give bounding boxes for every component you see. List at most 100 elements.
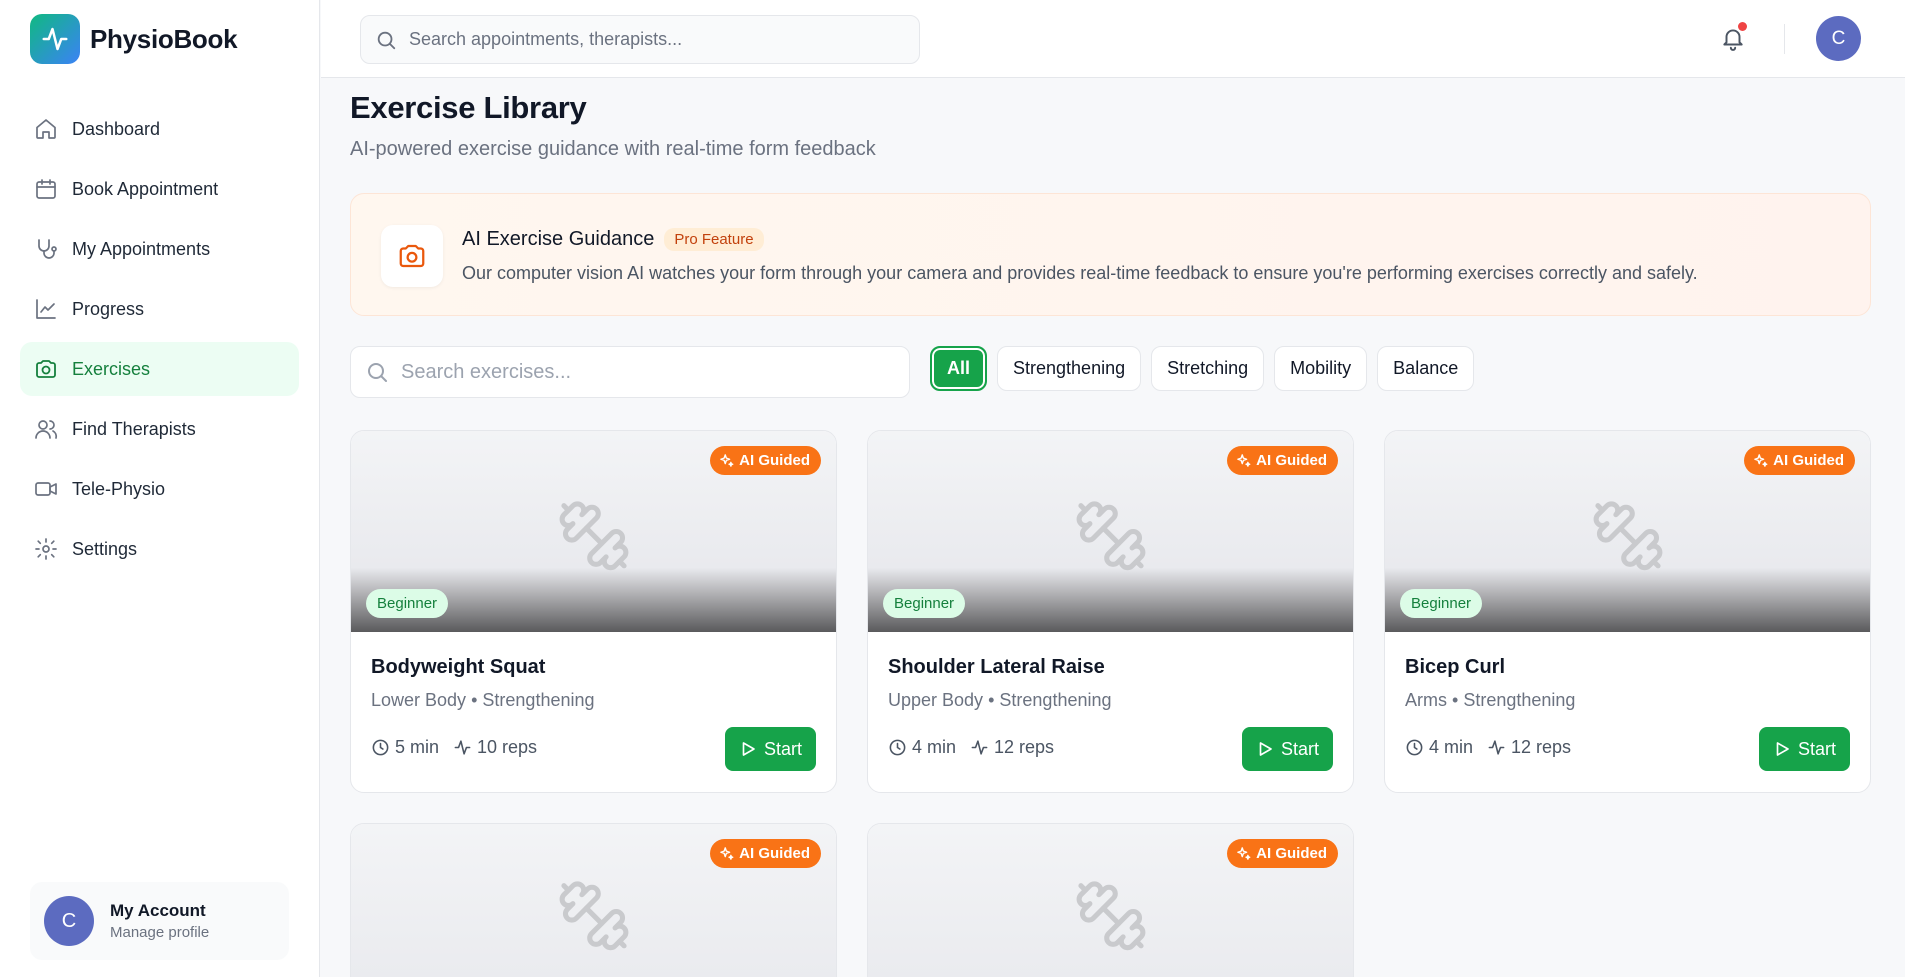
ai-guided-badge: AI Guided (1227, 839, 1338, 868)
sidebar-item-label: Find Therapists (72, 418, 196, 439)
exercise-category: Strengthening (1463, 690, 1576, 710)
play-icon (1259, 742, 1272, 756)
brand[interactable]: PhysioBook (30, 14, 238, 64)
filter-chip-balance[interactable]: Balance (1377, 346, 1475, 391)
banner-title: AI Exercise Guidance (462, 228, 655, 250)
duration-value: 4 min (1429, 737, 1474, 757)
duration-stat: 4 min (888, 737, 956, 758)
pulse-logo-icon (30, 14, 80, 64)
ai-guided-badge: AI Guided (710, 839, 821, 868)
account-card[interactable]: C My Account Manage profile (30, 882, 289, 960)
exercise-card[interactable]: AI Guided Beginner Bodyweight Squat Lowe… (350, 430, 837, 793)
sidebar-item-find-therapists[interactable]: Find Therapists (20, 402, 299, 456)
exercise-stats: 4 min 12 reps (1405, 737, 1571, 758)
reps-value: 10 reps (477, 737, 538, 757)
exercise-thumbnail: AI Guided Beginner (1385, 431, 1870, 632)
sparkles-icon (720, 847, 734, 860)
filter-chip-mobility[interactable]: Mobility (1274, 346, 1368, 391)
meta-separator: • (988, 690, 995, 710)
level-badge: Beginner (1400, 589, 1483, 618)
notifications-button[interactable] (1717, 22, 1749, 54)
reps-stat: 12 reps (970, 737, 1054, 758)
clock-icon (1406, 739, 1423, 756)
sidebar-item-label: Dashboard (72, 118, 161, 139)
global-search-input[interactable] (409, 29, 899, 50)
sidebar-item-my-appointments[interactable]: My Appointments (20, 222, 299, 276)
ai-guidance-banner: AI Exercise Guidance Pro Feature Our com… (350, 193, 1871, 316)
activity-icon (454, 740, 471, 755)
sidebar-item-exercises[interactable]: Exercises (20, 342, 299, 396)
sparkles-icon (1237, 454, 1251, 467)
sidebar-item-dashboard[interactable]: Dashboard (20, 102, 299, 156)
sidebar-item-label: Tele-Physio (72, 478, 166, 499)
user-avatar[interactable]: C (1816, 16, 1861, 61)
exercise-title: Bicep Curl (1405, 656, 1506, 678)
start-button[interactable]: Start (1241, 727, 1333, 771)
notification-dot (1738, 22, 1747, 31)
search-icon (377, 31, 396, 49)
clock-icon (889, 739, 906, 756)
gear-icon (35, 538, 57, 560)
page-title: Exercise Library (350, 90, 587, 125)
card-body: Bicep Curl Arms • Strengthening 4 min 12… (1385, 632, 1870, 792)
exercise-category: Strengthening (482, 690, 595, 710)
start-button[interactable]: Start (1758, 727, 1850, 771)
exercise-meta: Lower Body • Strengthening (371, 690, 595, 711)
chart-line-icon (36, 299, 56, 319)
avatar: C (44, 896, 94, 946)
exercise-title: Shoulder Lateral Raise (888, 656, 1105, 678)
account-subtitle: Manage profile (110, 924, 210, 941)
sidebar-item-label: Exercises (72, 358, 151, 379)
exercise-area: Upper Body (888, 690, 984, 710)
ai-guided-label: AI Guided (1256, 845, 1327, 862)
dumbbell-icon (1593, 500, 1662, 570)
reps-stat: 12 reps (1487, 737, 1571, 758)
ai-guided-label: AI Guided (1773, 452, 1844, 469)
exercise-meta: Upper Body • Strengthening (888, 690, 1112, 711)
ai-guided-label: AI Guided (1256, 452, 1327, 469)
exercise-card[interactable]: AI Guided (350, 823, 837, 977)
start-label: Start (1280, 738, 1319, 759)
sidebar-item-book-appointment[interactable]: Book Appointment (20, 162, 299, 216)
search-icon (368, 363, 387, 382)
sidebar-item-progress[interactable]: Progress (20, 282, 299, 336)
duration-stat: 5 min (371, 737, 439, 758)
card-body: Shoulder Lateral Raise Upper Body • Stre… (868, 632, 1353, 792)
exercise-thumbnail: AI Guided Beginner (868, 431, 1353, 632)
exercise-category: Strengthening (999, 690, 1112, 710)
users-icon (35, 420, 58, 439)
sidebar-item-settings[interactable]: Settings (20, 522, 299, 576)
exercise-area: Lower Body (371, 690, 467, 710)
calendar-icon (36, 179, 56, 199)
global-search[interactable] (360, 15, 920, 64)
start-label: Start (1797, 738, 1836, 759)
filter-chip-strengthening[interactable]: Strengthening (997, 346, 1142, 391)
sidebar-item-label: My Appointments (72, 238, 211, 259)
dumbbell-icon (1076, 881, 1145, 951)
reps-value: 12 reps (994, 737, 1055, 757)
exercise-card[interactable]: AI Guided Beginner Bicep Curl Arms • Str… (1384, 430, 1871, 793)
exercise-search[interactable] (350, 346, 910, 398)
start-button[interactable]: Start (724, 727, 816, 771)
ai-guided-badge: AI Guided (710, 446, 821, 475)
exercise-card[interactable]: AI Guided Beginner Shoulder Lateral Rais… (867, 430, 1354, 793)
sidebar: PhysioBook Dashboard Book Appointment My… (0, 0, 320, 977)
filter-chip-stretching[interactable]: Stretching (1151, 346, 1265, 391)
exercise-thumbnail: AI Guided (868, 824, 1353, 977)
header-divider (1784, 24, 1785, 54)
card-body: Bodyweight Squat Lower Body • Strengthen… (351, 632, 836, 792)
exercise-stats: 5 min 10 reps (371, 737, 537, 758)
banner-title-row: AI Exercise Guidance Pro Feature (462, 228, 764, 251)
page-subtitle: AI-powered exercise guidance with real-t… (350, 138, 876, 160)
exercise-meta: Arms • Strengthening (1405, 690, 1575, 711)
sidebar-item-tele-physio[interactable]: Tele-Physio (20, 462, 299, 516)
dumbbell-icon (559, 500, 628, 570)
filter-chip-all[interactable]: All (930, 346, 988, 391)
exercise-search-input[interactable] (401, 360, 881, 384)
sidebar-item-label: Progress (72, 298, 145, 319)
clock-icon (372, 739, 389, 756)
stethoscope-icon (38, 239, 57, 259)
camera-icon (381, 225, 443, 287)
sparkles-icon (1754, 454, 1768, 467)
exercise-card[interactable]: AI Guided (867, 823, 1354, 977)
